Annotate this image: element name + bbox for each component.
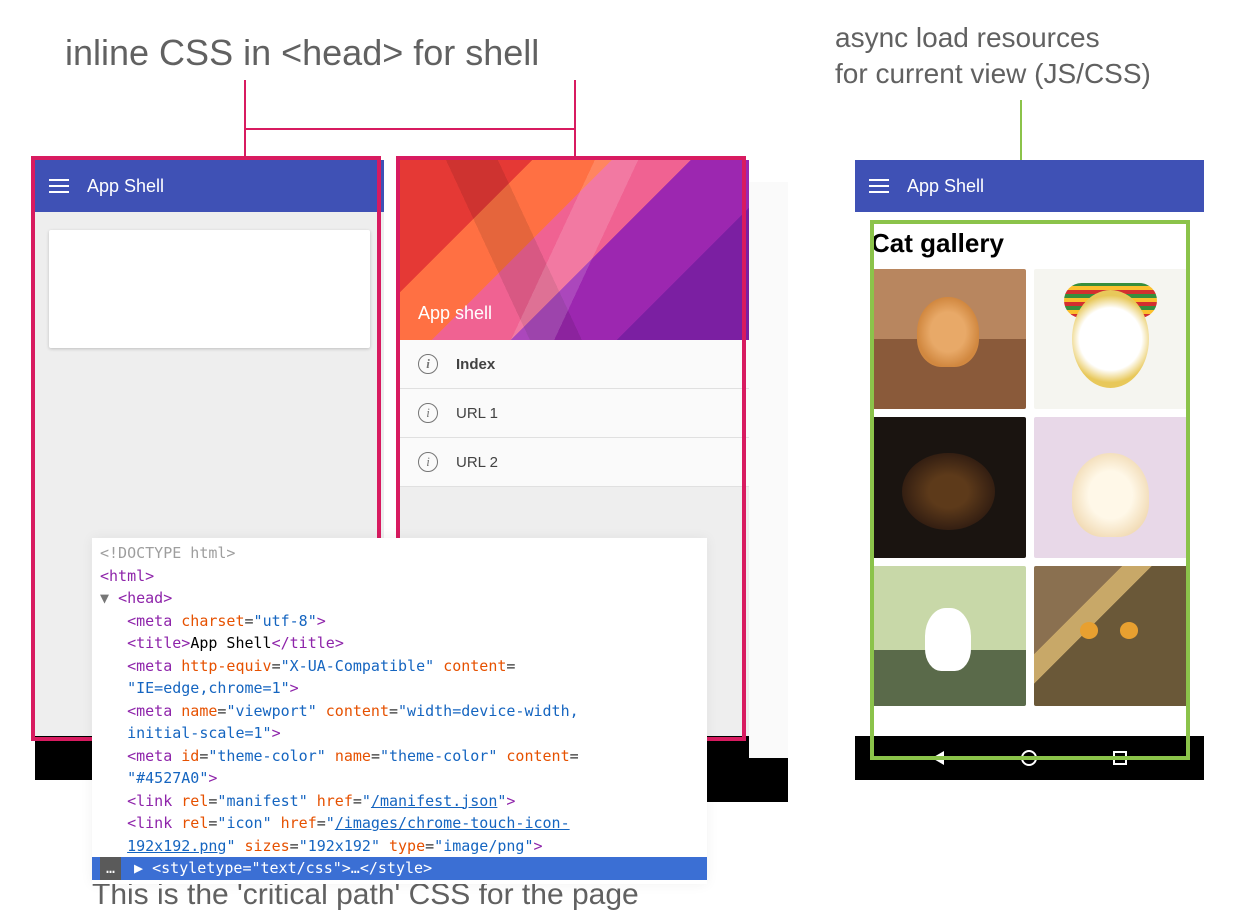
list-item[interactable]: i URL 2 [400,438,749,487]
gallery-title: Cat gallery [871,228,1188,259]
code-line: "#4527A0"> [92,767,707,790]
nav-back-icon[interactable] [932,751,944,765]
connector-pink-h [244,128,574,130]
code-line: ▼ <head> [92,587,707,610]
code-line: <title>App Shell</title> [92,632,707,655]
android-navbar-right [855,736,1204,780]
devtools-code: <!DOCTYPE html> <<html>html> ▼ <head> <m… [92,538,707,884]
appbar-left: App Shell [35,160,384,212]
nav-home-icon[interactable] [1021,750,1037,766]
code-line: <<html>html> [92,565,707,588]
nav-list: i Index i URL 1 i URL 2 [400,340,749,487]
list-item[interactable]: i URL 1 [400,389,749,438]
hero-banner: App shell [400,160,749,340]
label-async-load: async load resources for current view (J… [835,20,1151,93]
code-line-selected[interactable]: … ▶ <style type="text/css">…</style> [92,857,707,880]
hamburger-icon[interactable] [49,179,69,193]
code-line: <link rel="manifest" href="/manifest.jso… [92,790,707,813]
hamburger-icon[interactable] [869,179,889,193]
code-line: <meta http-equiv="X-UA-Compatible" conte… [92,655,707,678]
cat-thumb[interactable] [1034,417,1189,557]
cat-thumb[interactable] [1034,566,1189,706]
label-async-l2: for current view (JS/CSS) [835,58,1151,89]
nav-recent-icon[interactable] [1113,751,1127,765]
code-line: 192x192.png" sizes="192x192" type="image… [92,835,707,858]
gallery-grid [871,269,1188,706]
appbar-right: App Shell [855,160,1204,212]
label-async-l1: async load resources [835,22,1100,53]
hero-title: App shell [418,303,492,324]
appbar-title-right: App Shell [907,176,984,197]
connector-pink-left-v [244,80,246,160]
code-line: <!DOCTYPE html> [92,542,707,565]
cat-thumb[interactable] [1034,269,1189,409]
empty-card [49,230,370,348]
code-line: initial-scale=1"> [92,722,707,745]
code-line: <meta name="viewport" content="width=dev… [92,700,707,723]
list-item-label: URL 1 [456,405,498,422]
code-line: <link rel="icon" href="/images/chrome-to… [92,812,707,835]
label-inline-css: inline CSS in <head> for shell [65,30,539,77]
code-line: <meta charset="utf-8"> [92,610,707,633]
info-icon: i [418,452,438,472]
list-item[interactable]: i Index [400,340,749,389]
connector-pink-right-v [574,80,576,160]
appbar-title-left: App Shell [87,176,164,197]
list-item-label: URL 2 [456,454,498,471]
cat-thumb[interactable] [871,417,1026,557]
info-icon: i [418,354,438,374]
gallery-content: Cat gallery [871,228,1188,736]
cat-thumb[interactable] [871,269,1026,409]
screen-right: App Shell Cat gallery [855,160,1204,736]
code-line: <meta id="theme-color" name="theme-color… [92,745,707,768]
phone-right: App Shell Cat gallery [855,160,1204,780]
code-line: "IE=edge,chrome=1"> [92,677,707,700]
list-item-label: Index [456,356,495,373]
info-icon: i [418,403,438,423]
cat-thumb[interactable] [871,566,1026,706]
